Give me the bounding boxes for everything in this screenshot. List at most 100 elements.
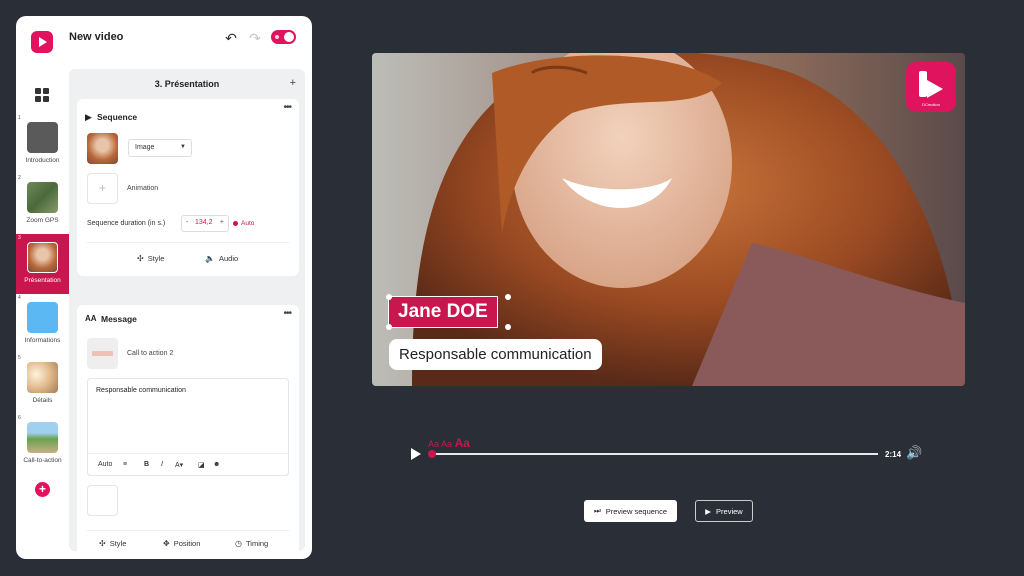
divider <box>87 242 289 243</box>
add-element-box[interactable] <box>87 485 118 516</box>
decrement-button[interactable]: - <box>186 219 188 226</box>
style-button[interactable]: ✣ Style <box>99 539 126 548</box>
italic-icon[interactable]: I <box>161 461 163 468</box>
font-size-auto[interactable]: Auto <box>98 461 112 468</box>
sequence-item-zoom-gps[interactable]: 2 Zoom GPS <box>16 174 69 234</box>
editor-title: 3. Présentation <box>154 79 220 89</box>
audio-button[interactable]: 🔈 Audio <box>205 254 238 263</box>
position-button[interactable]: ✥ Position <box>163 539 200 548</box>
grid-view-icon[interactable] <box>35 88 49 102</box>
resize-handle[interactable] <box>386 324 392 330</box>
font-sample: Aa <box>454 436 470 450</box>
timing-label: Timing <box>245 539 269 548</box>
more-options-icon[interactable]: ••• <box>283 102 291 113</box>
animation-label: Animation <box>127 185 159 192</box>
message-card: AA Message ••• Call to action 2 Responsa… <box>77 305 299 559</box>
sparkle-icon: ✣ <box>99 539 106 548</box>
timeline-track[interactable] <box>432 453 878 455</box>
video-title[interactable]: New video <box>69 31 123 43</box>
sequence-thumbnail <box>27 422 58 453</box>
timeline-handle[interactable] <box>428 450 436 458</box>
audio-label: Audio <box>218 254 239 263</box>
sequence-editor: 3. Présentation + ▶ Sequence ••• Image ▼… <box>69 69 305 559</box>
duration-label: Sequence duration (in s.) <box>87 220 166 227</box>
emoji-icon[interactable]: ☻ <box>213 461 220 468</box>
app-logo[interactable] <box>31 31 53 53</box>
sequence-label: Call-to-action <box>23 457 62 464</box>
duration-value[interactable]: 134,2 <box>195 219 213 226</box>
play-icon: ▶ <box>705 506 712 516</box>
font-style-indicator: Aa Aa Aa <box>428 436 470 450</box>
sequence-thumbnail <box>27 242 58 273</box>
auto-label[interactable]: Auto <box>241 220 254 227</box>
resize-handle[interactable] <box>505 324 511 330</box>
sequence-item-informations[interactable]: 4 Informations <box>16 294 69 354</box>
preview-button[interactable]: ▶ Preview <box>695 500 753 522</box>
more-options-icon[interactable]: ••• <box>283 308 291 319</box>
sequence-number: 1 <box>18 115 21 121</box>
sequence-thumbnail <box>27 302 58 333</box>
resize-handle[interactable] <box>505 294 511 300</box>
increment-button[interactable]: + <box>220 219 224 226</box>
play-icon[interactable] <box>411 448 421 460</box>
media-type-select[interactable]: Image ▼ <box>128 139 192 157</box>
style-label: Style <box>109 539 127 548</box>
font-sample: Aa <box>441 439 453 449</box>
text-icon: AA <box>85 314 97 323</box>
settings-toggle[interactable] <box>271 30 296 44</box>
volume-icon[interactable]: 🔊 <box>906 445 922 461</box>
sequence-item-details[interactable]: 5 Détails <box>16 354 69 414</box>
sequence-thumbnail <box>27 122 58 153</box>
auto-indicator[interactable] <box>233 221 238 226</box>
sparkle-icon: ✣ <box>137 254 144 263</box>
cta-thumbnail[interactable] <box>87 338 118 369</box>
sequence-label: Zoom GPS <box>26 217 59 224</box>
toolbar-divider <box>88 453 288 454</box>
brand-text: DCmotion <box>922 102 940 107</box>
duration-time: 2:14 <box>885 450 902 459</box>
name-tag[interactable]: Jane DOE <box>388 296 498 328</box>
add-sequence-button[interactable]: + <box>35 482 50 497</box>
bold-icon[interactable]: B <box>144 461 149 468</box>
sequence-item-call-to-action[interactable]: 6 Call-to-action <box>16 414 69 474</box>
move-icon: ✥ <box>163 539 170 548</box>
sequence-item-presentation[interactable]: 3 Présentation <box>16 234 69 294</box>
sequence-thumbnail <box>27 182 58 213</box>
align-left-icon[interactable]: ≡ <box>123 461 127 468</box>
media-thumbnail[interactable] <box>87 133 118 164</box>
preview-sequence-button[interactable]: ⏭ Preview sequence <box>584 500 677 522</box>
sequence-thumbnail <box>27 362 58 393</box>
style-label: Style <box>147 254 165 263</box>
sequence-label: Informations <box>24 337 61 344</box>
sequence-item-introduction[interactable]: 1 Introduction <box>16 114 69 174</box>
sequence-label: Détails <box>32 397 53 404</box>
position-label: Position <box>173 539 201 548</box>
message-textarea[interactable]: Responsable communication Auto ≡ B I A▾ … <box>87 378 289 476</box>
add-element-icon[interactable]: + <box>290 77 296 89</box>
card-title: Message <box>101 314 137 324</box>
text-color-icon[interactable]: A▾ <box>175 461 183 469</box>
message-text[interactable]: Responsable communication <box>96 387 186 394</box>
editor-panel: New video ↶ ↷ 1 Introduction 2 Zoom GPS … <box>16 16 312 559</box>
redo-icon[interactable]: ↷ <box>246 29 264 47</box>
clock-icon: ◷ <box>235 539 242 548</box>
video-preview[interactable]: DCmotion Jane DOE Responsable communicat… <box>372 53 965 386</box>
role-tag[interactable]: Responsable communication <box>389 339 602 370</box>
sequence-number: 2 <box>18 175 21 181</box>
sequence-number: 5 <box>18 355 21 361</box>
skip-icon: ⏭ <box>593 506 601 515</box>
chevron-down-icon: ▼ <box>180 144 186 150</box>
eraser-icon[interactable]: ◪ <box>198 461 205 469</box>
cta-label: Call to action 2 <box>127 350 174 357</box>
style-button[interactable]: ✣ Style <box>137 254 164 263</box>
timing-button[interactable]: ◷ Timing <box>235 539 268 548</box>
preview-photo <box>372 53 965 386</box>
add-animation-button[interactable]: + <box>87 173 118 204</box>
undo-icon[interactable]: ↶ <box>222 29 240 47</box>
sequence-card: ▶ Sequence ••• Image ▼ + Animation Seque… <box>77 99 299 276</box>
brand-logo: DCmotion <box>906 62 956 112</box>
duration-stepper[interactable]: - 134,2 + <box>181 215 229 232</box>
sequence-label: Introduction <box>25 157 60 164</box>
play-icon: ▶ <box>85 112 92 122</box>
resize-handle[interactable] <box>386 294 392 300</box>
